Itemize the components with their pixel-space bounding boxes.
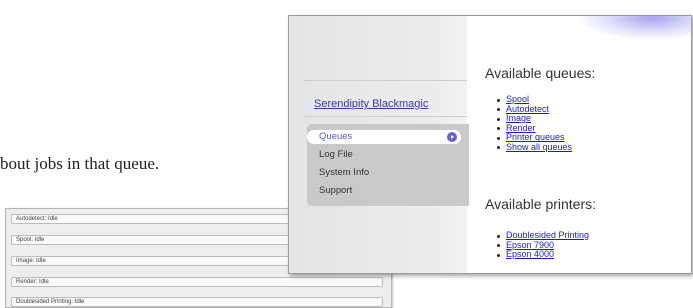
chevron-right-circle-icon <box>447 132 457 142</box>
document-text-fragment: bout jobs in that queue. <box>0 154 160 173</box>
list-item: Show all queues <box>497 142 572 153</box>
printer-link-epson-7900[interactable]: Epson 7900 <box>506 240 554 250</box>
sidebar-nav: Queues Log File System Info Support <box>307 124 469 206</box>
main-content: Available queues: Spool Autodetect Image… <box>467 16 691 273</box>
printer-link-doublesided-printing[interactable]: Doublesided Printing <box>506 230 589 240</box>
queue-link-render[interactable]: Render <box>506 123 536 133</box>
header-glow <box>577 16 691 40</box>
sidebar-item-label: System Info <box>319 167 370 178</box>
printers-heading: Available printers: <box>485 196 597 212</box>
sidebar-item-support[interactable]: Support <box>319 184 464 198</box>
sidebar-divider <box>303 116 467 117</box>
sidebar-item-log-file[interactable]: Log File <box>319 148 464 162</box>
queues-list: Spool Autodetect Image Render Printer qu… <box>497 94 572 153</box>
sidebar-item-label: Support <box>319 185 353 196</box>
queue-link-show-all-queues[interactable]: Show all queues <box>506 142 572 152</box>
list-item: Epson 4000 <box>497 249 589 260</box>
sidebar: Serendipity Blackmagic Queues Log File S… <box>289 16 469 273</box>
queue-link-image[interactable]: Image <box>506 113 531 123</box>
server-window-screenshot: Serendipity Blackmagic Queues Log File S… <box>288 15 692 274</box>
sidebar-item-queues[interactable]: Queues <box>307 130 461 144</box>
queues-heading: Available queues: <box>485 65 596 81</box>
printers-list: Doublesided Printing Epson 7900 Epson 40… <box>497 230 589 260</box>
status-row-render: Render: Idle <box>11 277 383 287</box>
sidebar-item-system-info[interactable]: System Info <box>319 166 464 180</box>
server-hostname-link[interactable]: Serendipity Blackmagic <box>314 98 428 110</box>
queue-link-printer-queues[interactable]: Printer queues <box>506 132 565 143</box>
printer-link-epson-4000[interactable]: Epson 4000 <box>506 249 554 259</box>
sidebar-item-label: Queues <box>319 131 353 142</box>
queue-link-spool[interactable]: Spool <box>506 94 529 104</box>
sidebar-divider <box>303 80 467 81</box>
sidebar-item-label: Log File <box>319 149 353 160</box>
queue-link-autodetect[interactable]: Autodetect <box>506 104 549 114</box>
